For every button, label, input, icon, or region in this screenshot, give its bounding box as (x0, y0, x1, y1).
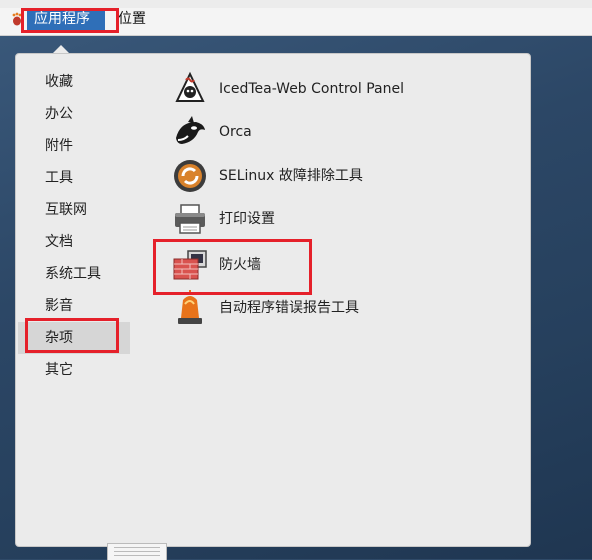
applications-menu: 收藏 办公 附件 工具 互联网 文档 系统工具 影音 杂项 其它 IcedTea… (15, 53, 531, 547)
applications-highlight-box (21, 8, 119, 33)
app-orca[interactable]: Orca (172, 112, 502, 152)
selinux-icon (174, 160, 206, 192)
desktop-document-thumbnail[interactable] (107, 543, 167, 560)
warning-light-icon (178, 290, 202, 324)
printer-icon (175, 204, 205, 234)
category-favorites[interactable]: 收藏 (18, 66, 130, 98)
category-system-tools[interactable]: 系统工具 (18, 258, 130, 290)
app-print-settings[interactable]: 打印设置 (172, 199, 502, 239)
top-strip (0, 0, 592, 8)
places-menu-button[interactable]: 位置 (118, 9, 146, 30)
app-icedtea-web-control-panel[interactable]: IcedTea-Web Control Panel (172, 69, 502, 109)
app-label: IcedTea-Web Control Panel (219, 81, 404, 97)
category-other[interactable]: 其它 (18, 354, 130, 386)
app-selinux-troubleshooter[interactable]: SELinux 故障排除工具 (172, 156, 502, 196)
category-internet[interactable]: 互联网 (18, 194, 130, 226)
java-icon (175, 71, 205, 102)
firewall-highlight-box (153, 239, 312, 295)
app-label: SELinux 故障排除工具 (219, 168, 363, 184)
category-office[interactable]: 办公 (18, 98, 130, 130)
category-accessories[interactable]: 附件 (18, 130, 130, 162)
app-label: 打印设置 (219, 211, 275, 227)
sundry-highlight-box (25, 318, 119, 353)
app-label: Orca (219, 124, 252, 140)
category-documentation[interactable]: 文档 (18, 226, 130, 258)
category-utilities[interactable]: 工具 (18, 162, 130, 194)
orca-icon (176, 116, 205, 144)
